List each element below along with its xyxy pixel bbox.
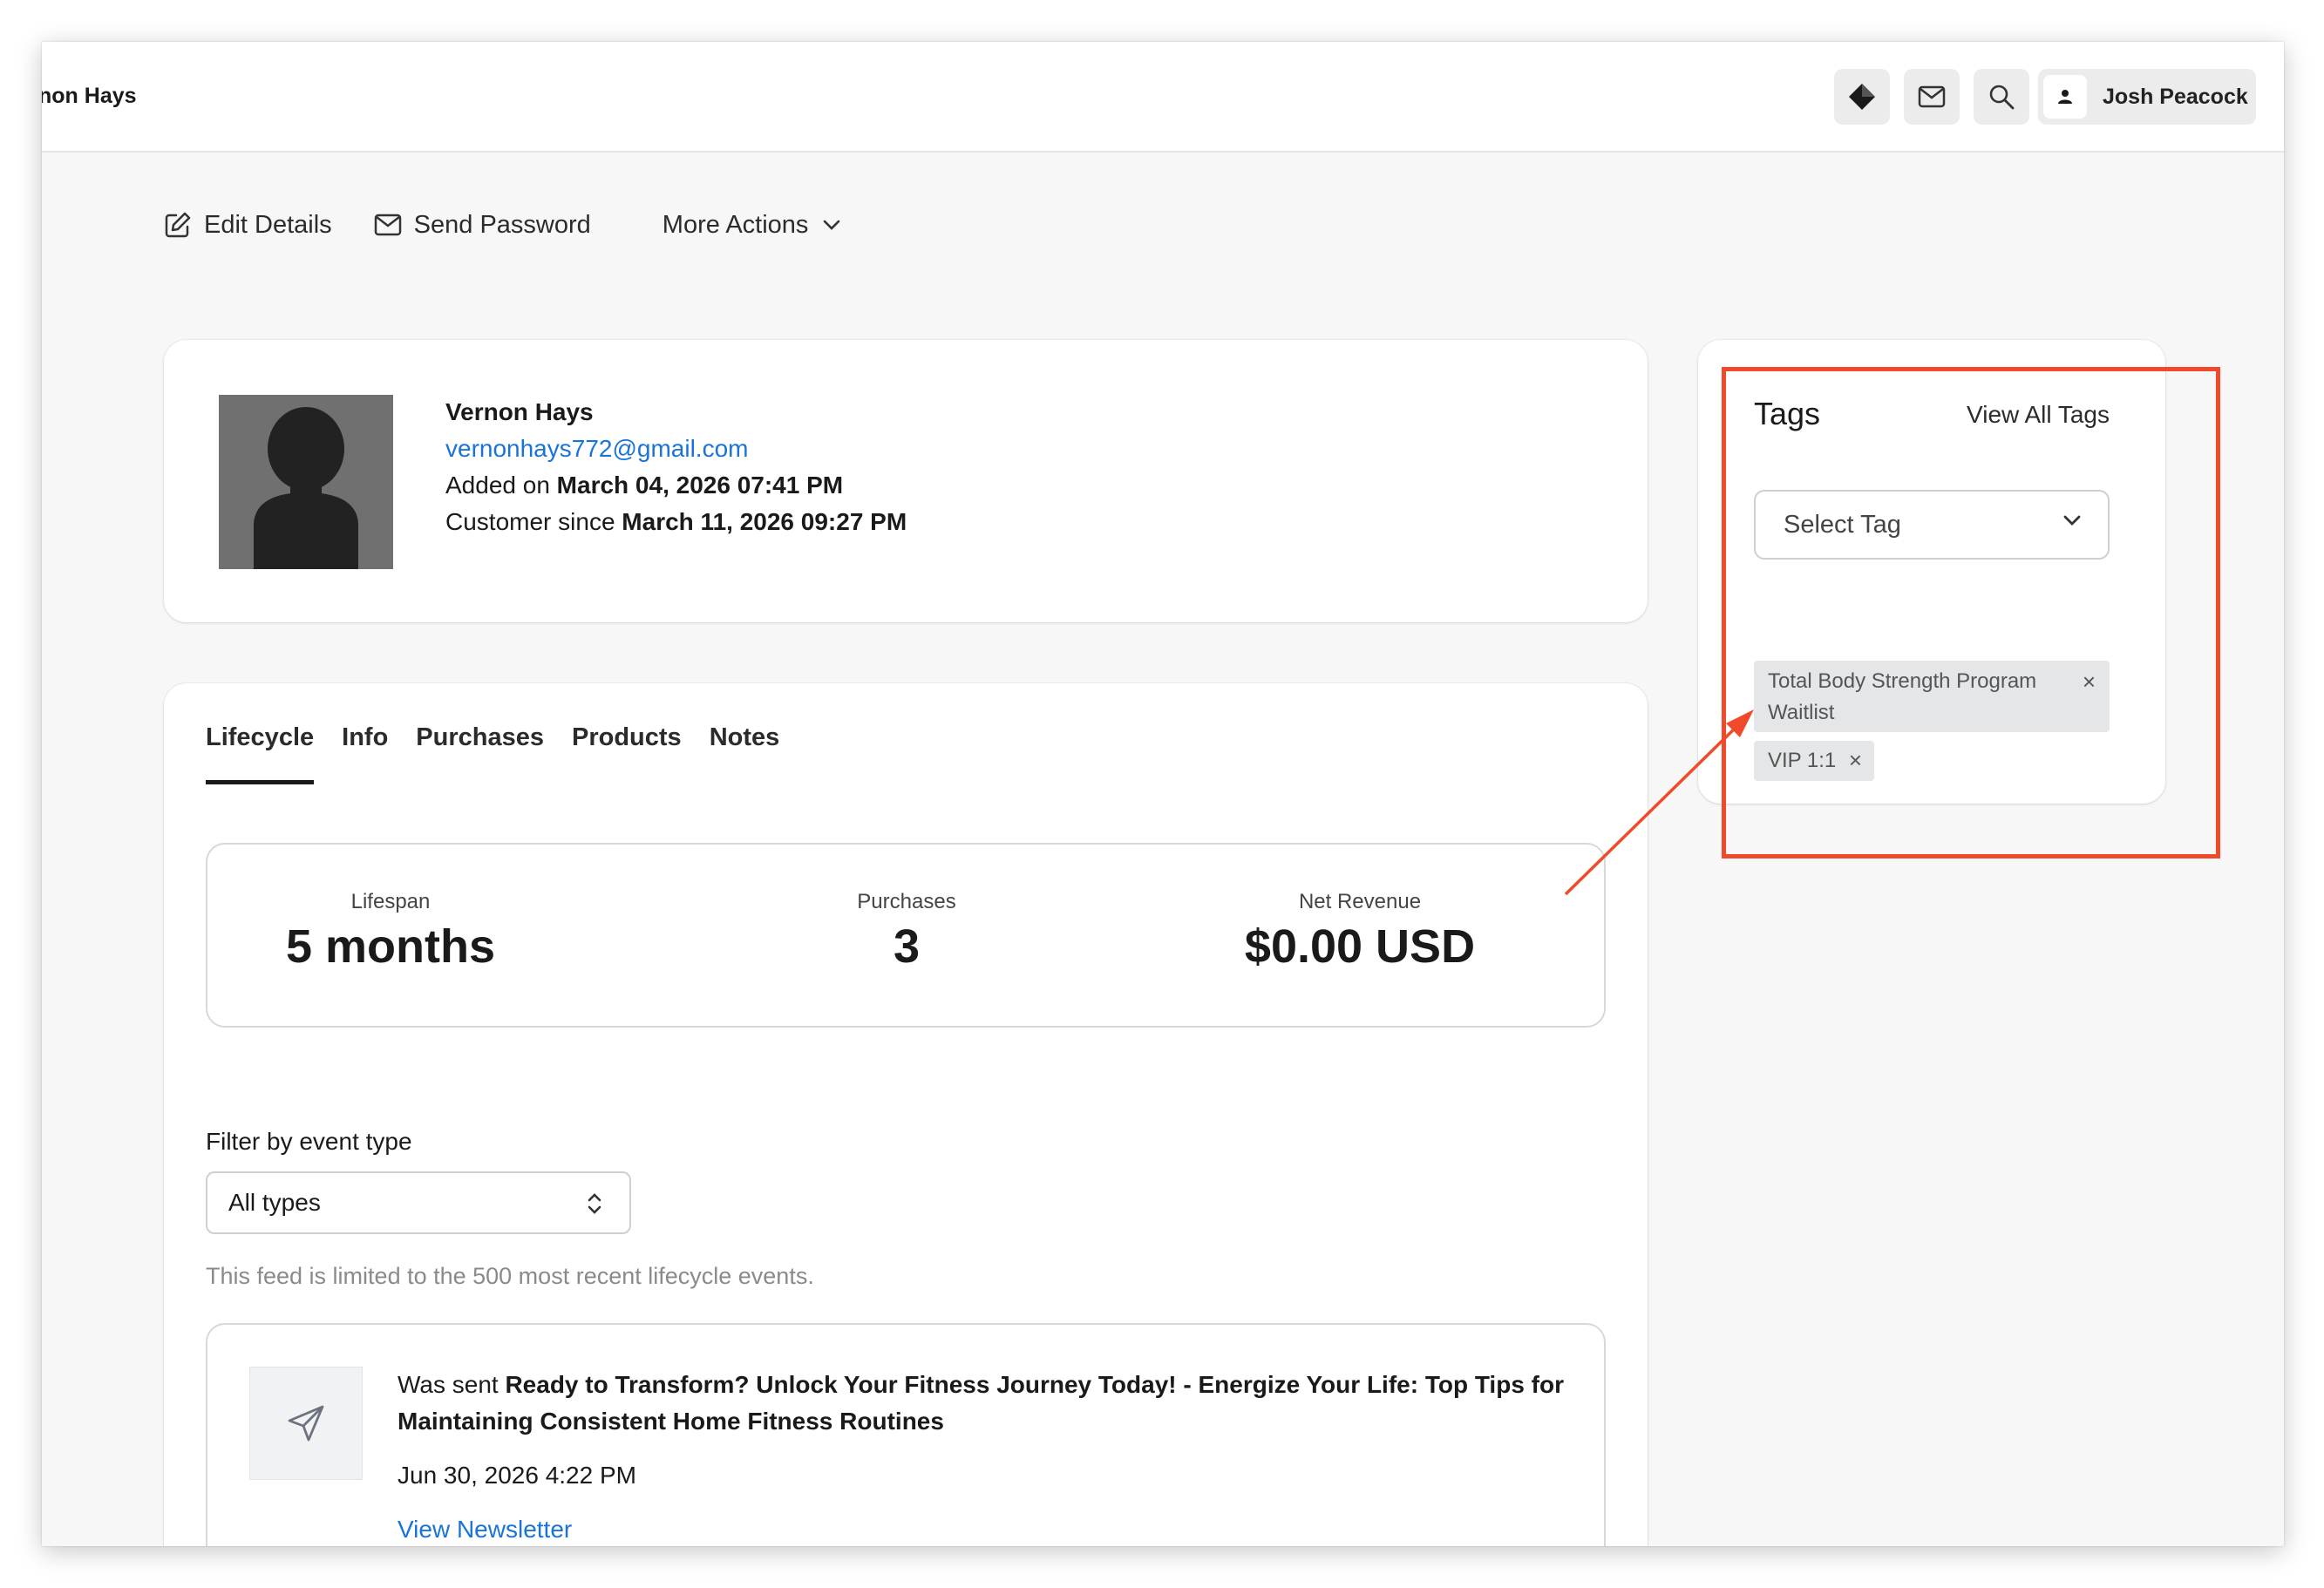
chevron-up-down-icon	[588, 1193, 601, 1214]
lifecycle-event: Was sent Ready to Transform? Unlock Your…	[206, 1323, 1606, 1546]
edit-details-label: Edit Details	[204, 210, 332, 239]
stat-label: Purchases	[857, 890, 956, 913]
action-bar: Edit Details Send Password More Actions	[164, 207, 883, 242]
diamond-button[interactable]	[1834, 69, 1890, 125]
tag-chip: Total Body Strength Program Waitlist ×	[1754, 661, 2110, 732]
view-all-tags-link[interactable]: View All Tags	[1967, 401, 2110, 429]
filter-label: Filter by event type	[206, 1128, 412, 1155]
paper-plane-icon	[288, 1405, 324, 1442]
event-type-selected: All types	[228, 1189, 321, 1216]
search-button[interactable]	[1974, 69, 2029, 125]
tag-label: VIP 1:1	[1768, 749, 1837, 772]
customer-since: Customer since March 11, 2026 09:27 PM	[445, 504, 907, 540]
user-icon	[2058, 90, 2072, 104]
view-newsletter-link[interactable]: View Newsletter	[398, 1511, 1566, 1546]
customer-since-date: March 11, 2026 09:27 PM	[622, 508, 907, 535]
tab-products[interactable]: Products	[572, 723, 682, 784]
tab-lifecycle[interactable]: Lifecycle	[206, 723, 315, 784]
mail-icon	[374, 214, 401, 236]
send-password-button[interactable]: Send Password	[374, 211, 591, 240]
stat-label: Net Revenue	[1298, 890, 1422, 913]
send-password-label: Send Password	[413, 210, 591, 239]
customer-since-prefix: Customer since	[445, 508, 615, 535]
tab-bar: Lifecycle Info Purchases Products Notes	[206, 723, 807, 784]
event-date: Jun 30, 2026 4:22 PM	[398, 1462, 636, 1489]
tags-card: Tags View All Tags Select Tag Total Body…	[1698, 340, 2165, 804]
stat-lifespan: Lifespan 5 months	[207, 890, 574, 974]
customer-email-link[interactable]: vernonhays772@gmail.com	[445, 431, 907, 467]
more-actions-label: More Actions	[662, 210, 809, 239]
user-menu[interactable]: Josh Peacock	[2038, 69, 2256, 125]
mail-icon	[1918, 85, 1946, 108]
stat-purchases: Purchases 3	[724, 890, 1090, 974]
tab-info[interactable]: Info	[342, 723, 388, 784]
person-silhouette-icon	[254, 407, 358, 569]
select-tag-placeholder: Select Tag	[1784, 510, 1901, 539]
tag-label: Total Body Strength Program Waitlist	[1768, 669, 2037, 724]
tab-purchases[interactable]: Purchases	[416, 723, 544, 784]
stats-panel: Lifespan 5 months Purchases 3 Net Revenu…	[206, 843, 1606, 1028]
close-icon[interactable]: ×	[1849, 744, 1862, 776]
chevron-down-icon	[2063, 515, 2081, 526]
added-on: Added on March 04, 2026 07:41 PM	[445, 467, 907, 504]
event-subject: Ready to Transform? Unlock Your Fitness …	[398, 1371, 1564, 1435]
profile-card: Vernon Hays vernonhays772@gmail.com Adde…	[164, 340, 1648, 622]
edit-details-button[interactable]: Edit Details	[164, 211, 332, 240]
select-tag-dropdown[interactable]: Select Tag	[1754, 490, 2110, 560]
stat-value: $0.00 USD	[1244, 920, 1476, 973]
tag-chip: VIP 1:1 ×	[1754, 741, 1874, 781]
top-bar: non Hays Josh Peacock	[42, 42, 2284, 153]
lifecycle-card: Lifecycle Info Purchases Products Notes …	[164, 683, 1648, 1546]
event-prefix: Was sent	[398, 1371, 499, 1398]
customer-name: Vernon Hays	[445, 398, 594, 425]
tab-notes[interactable]: Notes	[710, 723, 780, 784]
more-actions-dropdown[interactable]: More Actions	[663, 211, 842, 240]
stat-label: Lifespan	[350, 890, 431, 913]
chevron-down-icon	[824, 220, 840, 230]
event-body: Was sent Ready to Transform? Unlock Your…	[398, 1367, 1566, 1546]
stat-value: 3	[893, 920, 921, 973]
avatar	[2043, 75, 2087, 119]
mail-button[interactable]	[1904, 69, 1960, 125]
event-type-select[interactable]: All types	[206, 1171, 631, 1234]
user-name: Josh Peacock	[2103, 84, 2248, 109]
stat-net-revenue: Net Revenue $0.00 USD	[1177, 890, 1543, 974]
profile-info: Vernon Hays vernonhays772@gmail.com Adde…	[445, 394, 907, 540]
added-on-prefix: Added on	[445, 472, 550, 499]
page-title: non Hays	[42, 84, 137, 108]
edit-icon	[165, 212, 191, 238]
added-on-date: March 04, 2026 07:41 PM	[556, 472, 844, 499]
event-title: Was sent Ready to Transform? Unlock Your…	[398, 1367, 1566, 1440]
event-icon-box	[249, 1367, 363, 1480]
search-icon	[1989, 85, 2015, 110]
close-icon[interactable]: ×	[2083, 666, 2096, 697]
profile-avatar	[219, 395, 393, 569]
diamond-icon	[1849, 84, 1875, 110]
tags-title: Tags	[1754, 396, 1821, 431]
app-window: non Hays Josh Peacock Edit Details Send …	[42, 42, 2284, 1546]
feed-limit-note: This feed is limited to the 500 most rec…	[206, 1263, 814, 1289]
stat-value: 5 months	[285, 920, 496, 973]
